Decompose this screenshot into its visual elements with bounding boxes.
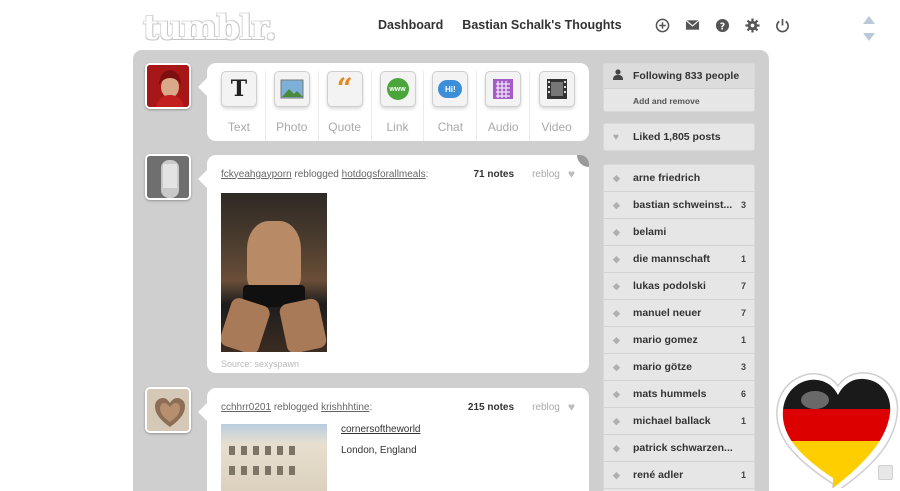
heart-icon: ♥: [613, 131, 619, 143]
scroll-down-icon[interactable]: [863, 33, 875, 41]
help-icon[interactable]: ?: [715, 17, 731, 33]
scroll-up-icon[interactable]: [863, 16, 875, 24]
tag-icon: ◆: [613, 307, 620, 318]
resize-handle-icon[interactable]: [878, 465, 893, 480]
post-user-link[interactable]: cchhrr0201: [221, 402, 271, 413]
post-type-label: Chat: [437, 120, 464, 134]
tag-icon: ◆: [613, 226, 620, 237]
post-type-bar: T Text Photo “ Quote www Link Hi! Chat A…: [198, 63, 589, 141]
post-photo[interactable]: [221, 424, 327, 491]
post-avatar[interactable]: [145, 387, 191, 433]
post-type-audio[interactable]: Audio: [477, 71, 531, 141]
reblog-button[interactable]: reblog: [532, 169, 560, 180]
person-icon: [613, 69, 625, 83]
post-source[interactable]: Source: sexyspawn: [221, 359, 575, 369]
post-type-label: Video: [541, 120, 572, 134]
notes-count[interactable]: 215 notes: [468, 402, 514, 413]
post-type-label: Quote: [328, 120, 361, 134]
tag-icon: ◆: [613, 361, 620, 372]
post-action: reblogged: [294, 168, 339, 180]
post-type-label: Link: [386, 120, 409, 134]
liked-count: Liked 1,805 posts: [633, 131, 721, 143]
tag-icon: ◆: [613, 172, 620, 183]
post-location: London, England: [341, 445, 417, 456]
audio-icon: [485, 71, 522, 107]
tag-icon: ◆: [613, 469, 620, 480]
german-flag-heart-icon: [775, 366, 900, 491]
tracked-tag-item[interactable]: ◆ belami: [604, 219, 754, 246]
following-box: Following 833 people Add and remove: [603, 63, 755, 112]
post-type-text[interactable]: T Text: [213, 71, 266, 141]
tracked-tag-item[interactable]: ◆ patrick schwarzen...: [604, 435, 754, 462]
tag-icon: ◆: [613, 334, 620, 345]
post-type-photo[interactable]: Photo: [266, 71, 319, 141]
post-header: fckyeahgayporn reblogged hotdogsforallme…: [221, 167, 575, 181]
post-card: fckyeahgayporn reblogged hotdogsforallme…: [198, 155, 589, 373]
post-source-user-link[interactable]: krishhhtine: [321, 402, 369, 413]
mail-icon[interactable]: [685, 17, 701, 33]
post-caption: cornersoftheworld London, England: [341, 424, 420, 491]
svg-text:?: ?: [720, 21, 725, 32]
tracked-tag-item[interactable]: ◆ mats hummels 6: [604, 381, 754, 408]
tracked-tag-item[interactable]: ◆ rené adler 1: [604, 462, 754, 489]
tracked-tag-item[interactable]: ◆ michael ballack 1: [604, 408, 754, 435]
following-count: Following 833 people: [633, 70, 740, 82]
tracked-tag-item[interactable]: ◆ lukas podolski 7: [604, 273, 754, 300]
post-type-label: Photo: [276, 120, 308, 134]
scroll-arrows: [863, 16, 877, 41]
power-icon[interactable]: [775, 17, 791, 33]
my-avatar[interactable]: [145, 63, 191, 109]
plus-circle-icon[interactable]: [655, 17, 671, 33]
nav-dashboard[interactable]: Dashboard: [378, 18, 443, 32]
post-photo[interactable]: [221, 193, 327, 352]
tracked-tag-item[interactable]: ◆ mario götze 3: [604, 354, 754, 381]
post-user-link[interactable]: fckyeahgayporn: [221, 169, 292, 180]
add-remove-link[interactable]: Add and remove: [604, 89, 754, 112]
post-type-video[interactable]: Video: [530, 71, 583, 141]
post-source-user-link[interactable]: hotdogsforallmeals: [342, 169, 426, 180]
like-heart-icon[interactable]: ♥: [568, 167, 575, 181]
tracked-tag-item[interactable]: ◆ mario gomez 1: [604, 327, 754, 354]
tag-icon: ◆: [613, 253, 620, 264]
tag-icon: ◆: [613, 199, 620, 210]
reblog-button[interactable]: reblog: [532, 402, 560, 413]
post-type-quote[interactable]: “ Quote: [319, 71, 372, 141]
post-header: cchhrr0201 reblogged krishhhtine: 215 no…: [221, 400, 575, 414]
tracked-tag-item[interactable]: ◆ arne friedrich: [604, 165, 754, 192]
liked-posts-link[interactable]: ♥ Liked 1,805 posts: [603, 123, 755, 151]
tracked-tag-item[interactable]: ◆ manuel neuer 7: [604, 300, 754, 327]
post-content: cornersoftheworld London, England: [221, 424, 575, 491]
text-icon: T: [220, 71, 257, 107]
tag-icon: ◆: [613, 442, 620, 453]
post-link-title[interactable]: cornersoftheworld: [341, 424, 420, 435]
post-avatar[interactable]: [145, 154, 191, 200]
tracked-tag-item[interactable]: ◆ bastian schweinst... 3: [604, 192, 754, 219]
link-icon: www: [379, 71, 416, 107]
tracked-tag-item[interactable]: ◆ die mannschaft 1: [604, 246, 754, 273]
like-heart-icon[interactable]: ♥: [568, 400, 575, 414]
photo-icon: [273, 71, 310, 107]
gear-icon[interactable]: [745, 17, 761, 33]
post-type-chat[interactable]: Hi! Chat: [424, 71, 478, 141]
tag-icon: ◆: [613, 388, 620, 399]
nav-blog[interactable]: Bastian Schalk's Thoughts: [462, 18, 621, 32]
tracked-tags-list: ◆ arne friedrich ◆ bastian schweinst... 3 ◆…: [603, 164, 755, 491]
post-action: reblogged: [273, 401, 319, 413]
post-type-label: Audio: [487, 120, 519, 134]
tag-icon: ◆: [613, 415, 620, 426]
quote-icon: “: [326, 71, 363, 107]
notes-count[interactable]: 71 notes: [473, 169, 514, 180]
post-card: cchhrr0201 reblogged krishhhtine: 215 no…: [198, 388, 589, 491]
tag-icon: ◆: [613, 280, 620, 291]
top-nav: Dashboard Bastian Schalk's Thoughts ?: [378, 17, 791, 33]
post-type-link[interactable]: www Link: [372, 71, 425, 141]
following-link[interactable]: Following 833 people: [604, 64, 754, 89]
tumblr-logo[interactable]: tumblr.: [143, 8, 277, 48]
chat-icon: Hi!: [432, 71, 469, 107]
post-type-label: Text: [227, 120, 250, 134]
video-icon: [538, 71, 575, 107]
